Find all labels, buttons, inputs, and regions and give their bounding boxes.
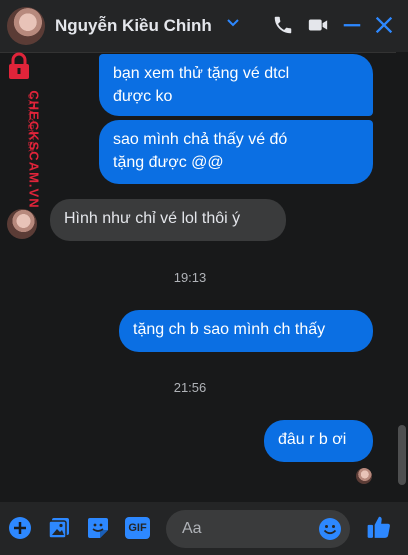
watermark-brand: CHECKSCAM.VN	[26, 90, 42, 209]
contact-avatar-small	[7, 209, 37, 239]
plus-circle-icon[interactable]	[8, 516, 32, 540]
minimize-icon[interactable]	[341, 14, 363, 36]
composer-bar: GIF Aa	[0, 502, 408, 555]
message-line: bạn xem thử tặng vé dtcl	[113, 65, 290, 82]
chevron-down-icon[interactable]	[226, 16, 240, 30]
message-input[interactable]: Aa	[166, 510, 350, 548]
message-incoming[interactable]: Hình như chỉ vé lol thôi ý	[50, 199, 286, 241]
message-text: Hình như chỉ vé lol thôi ý	[64, 210, 241, 227]
timestamp: 21:56	[173, 380, 207, 395]
message-list[interactable]: bạn xem thử tặng vé dtcl được ko sao mìn…	[0, 52, 408, 502]
message-line: tặng được @@	[113, 154, 224, 171]
photo-icon[interactable]	[47, 516, 71, 540]
thumbs-up-icon[interactable]	[366, 514, 392, 540]
lock-logo-icon	[9, 52, 29, 79]
scrollbar-thumb[interactable]	[398, 425, 406, 485]
message-outgoing[interactable]: tặng ch b sao mình ch thấy	[119, 310, 373, 352]
sticker-icon[interactable]	[86, 516, 110, 540]
seen-indicator-avatar	[356, 468, 372, 484]
chat-header: Nguyễn Kiều Chinh	[0, 0, 408, 53]
emoji-icon[interactable]	[318, 517, 342, 541]
contact-avatar[interactable]	[7, 7, 45, 45]
video-call-icon[interactable]	[307, 14, 329, 36]
message-input-placeholder: Aa	[182, 520, 202, 537]
watermark: DATA CENTER CHECKSCAM.VN	[2, 50, 42, 209]
message-text: tặng ch b sao mình ch thấy	[133, 321, 326, 338]
timestamp: 19:13	[173, 270, 207, 285]
close-icon[interactable]	[373, 14, 395, 36]
message-line: sao mình chả thấy vé đó	[113, 131, 288, 148]
message-line: được ko	[113, 88, 173, 105]
contact-name[interactable]: Nguyễn Kiều Chinh	[55, 16, 212, 36]
message-text: đâu r b ơi	[278, 431, 347, 448]
message-outgoing[interactable]: bạn xem thử tặng vé dtcl được ko	[99, 54, 373, 116]
gif-button[interactable]: GIF	[125, 517, 150, 539]
message-outgoing[interactable]: đâu r b ơi	[264, 420, 373, 462]
message-outgoing[interactable]: sao mình chả thấy vé đó tặng được @@	[99, 120, 373, 184]
phone-icon[interactable]	[272, 14, 294, 36]
